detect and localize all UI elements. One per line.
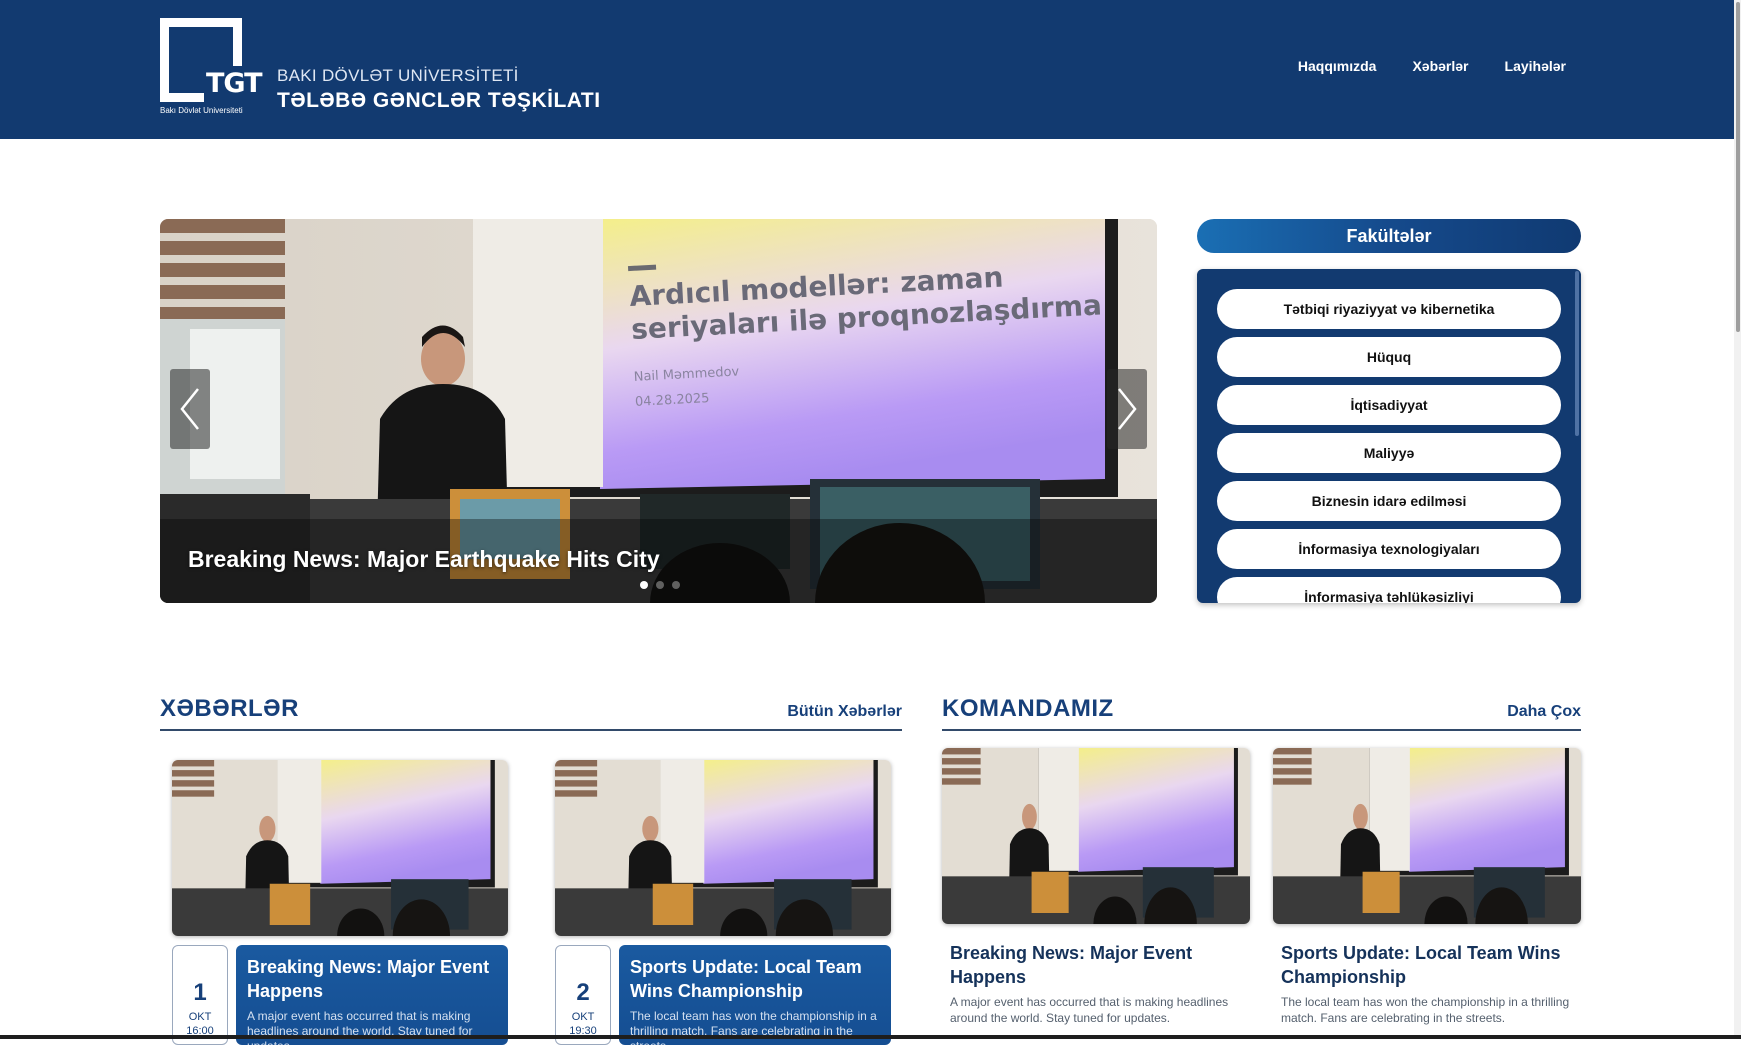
faculty-item[interactable]: Maliyyə <box>1217 433 1561 473</box>
news-card-title[interactable]: Breaking News: Major Event Happens <box>247 955 497 1003</box>
logo-text: TGT <box>206 68 263 99</box>
faculties-panel[interactable]: Tətbiqi riyaziyyat və kibernetika Hüquq … <box>1197 269 1581 603</box>
news-date-day: 1 <box>193 979 207 1006</box>
team-section-title: KOMANDAMIZ <box>942 695 1114 722</box>
chevron-right-icon <box>1118 388 1137 430</box>
organization-name: TƏLƏBƏ GƏNCLƏR TƏŞKİLATI <box>277 89 601 112</box>
news-photo <box>172 760 508 936</box>
team-card-image[interactable] <box>1273 748 1581 924</box>
faculty-item[interactable]: Hüquq <box>1217 337 1561 377</box>
news-card[interactable]: 1 OKT 16:00 Breaking News: Major Event H… <box>172 760 508 1045</box>
chevron-left-icon <box>180 388 199 430</box>
team-card-desc: A major event has occurred that is makin… <box>950 995 1229 1025</box>
team-card-desc: The local team has won the championship … <box>1281 995 1570 1025</box>
news-date-box: 2 OKT 19:30 <box>555 945 611 1045</box>
faculties-title: Fakültələr <box>1197 219 1581 253</box>
news-photo <box>555 760 891 936</box>
news-date-box: 1 OKT 16:00 <box>172 945 228 1045</box>
university-name: BAKI DÖVLƏT UNİVERSİTETİ <box>277 66 519 85</box>
faculty-list: Tətbiqi riyaziyyat və kibernetika Hüquq … <box>1217 289 1561 603</box>
slide-caption[interactable]: Breaking News: Major Earthquake Hits Cit… <box>188 546 660 573</box>
tgt-logo[interactable]: TGT Bakı Dövlət Universiteti <box>160 18 263 116</box>
news-card-body[interactable]: Breaking News: Major Event Happens A maj… <box>236 945 508 1045</box>
team-card[interactable]: Breaking News: Major Event Happens A maj… <box>942 748 1250 1026</box>
logo-frame-right <box>233 18 242 66</box>
team-photo <box>1273 748 1581 924</box>
team-section-header: KOMANDAMIZ Daha Çox <box>942 691 1581 731</box>
news-date-month: OKT <box>571 1011 595 1023</box>
news-date-month: OKT <box>188 1011 212 1023</box>
logo-frame-left <box>160 18 169 102</box>
nav-link-about[interactable]: Haqqımızda <box>1298 58 1377 74</box>
logo-frame-top <box>160 18 242 27</box>
news-card-desc: The local team has won the championship … <box>630 1009 877 1045</box>
main-nav: Haqqımızda Xəbərlər Layihələr <box>1298 58 1566 74</box>
faculty-scrollbar[interactable] <box>1575 271 1579 436</box>
nav-link-projects[interactable]: Layihələr <box>1505 58 1566 74</box>
news-card-bottom: 1 OKT 16:00 Breaking News: Major Event H… <box>172 945 508 1045</box>
logo-frame-bottom <box>160 93 204 102</box>
news-date-day: 2 <box>576 979 590 1006</box>
news-card-body[interactable]: Sports Update: Local Team Wins Champions… <box>619 945 891 1045</box>
slider-dots <box>640 581 680 589</box>
logo-subtitle: Bakı Dövlət Universiteti <box>160 106 243 115</box>
all-news-link[interactable]: Bütün Xəbərlər <box>787 703 902 721</box>
more-team-link[interactable]: Daha Çox <box>1507 703 1581 721</box>
faculty-item[interactable]: Tətbiqi riyaziyyat və kibernetika <box>1217 289 1561 329</box>
site-header: TGT Bakı Dövlət Universiteti BAKI DÖVLƏT… <box>0 0 1741 139</box>
team-card-image[interactable] <box>942 748 1250 924</box>
faculty-item[interactable]: İqtisadiyyat <box>1217 385 1561 425</box>
news-slider[interactable]: Ardıcıl modellər: zaman seriyaları ilə p… <box>160 219 1157 603</box>
slider-dot-2[interactable] <box>656 581 664 589</box>
news-card-title[interactable]: Sports Update: Local Team Wins Champions… <box>630 955 880 1003</box>
news-card-image[interactable] <box>172 760 508 936</box>
slider-dot-3[interactable] <box>672 581 680 589</box>
faculty-item[interactable]: İnformasiya təhlükəsizliyi <box>1217 577 1561 603</box>
slider-dot-1[interactable] <box>640 581 648 589</box>
faculty-item[interactable]: Biznesin idarə edilməsi <box>1217 481 1561 521</box>
team-card[interactable]: Sports Update: Local Team Wins Champions… <box>1273 748 1581 1026</box>
news-card-image[interactable] <box>555 760 891 936</box>
team-card-title[interactable]: Breaking News: Major Event Happens <box>942 941 1250 989</box>
news-card-desc: A major event has occurred that is makin… <box>247 1009 473 1045</box>
page-scrollbar-thumb[interactable] <box>1736 2 1740 332</box>
news-card[interactable]: 2 OKT 19:30 Sports Update: Local Team Wi… <box>555 760 891 1045</box>
news-card-bottom: 2 OKT 19:30 Sports Update: Local Team Wi… <box>555 945 891 1045</box>
news-section-header: XƏBƏRLƏR Bütün Xəbərlər <box>160 691 902 731</box>
window-bottom-edge <box>0 1035 1741 1039</box>
team-photo <box>942 748 1250 924</box>
slider-next-button[interactable] <box>1107 369 1147 449</box>
team-card-title[interactable]: Sports Update: Local Team Wins Champions… <box>1273 941 1581 989</box>
faculty-item[interactable]: İnformasiya texnologiyaları <box>1217 529 1561 569</box>
slider-prev-button[interactable] <box>170 369 210 449</box>
news-section-title: XƏBƏRLƏR <box>160 695 299 722</box>
nav-link-news[interactable]: Xəbərlər <box>1412 58 1468 74</box>
